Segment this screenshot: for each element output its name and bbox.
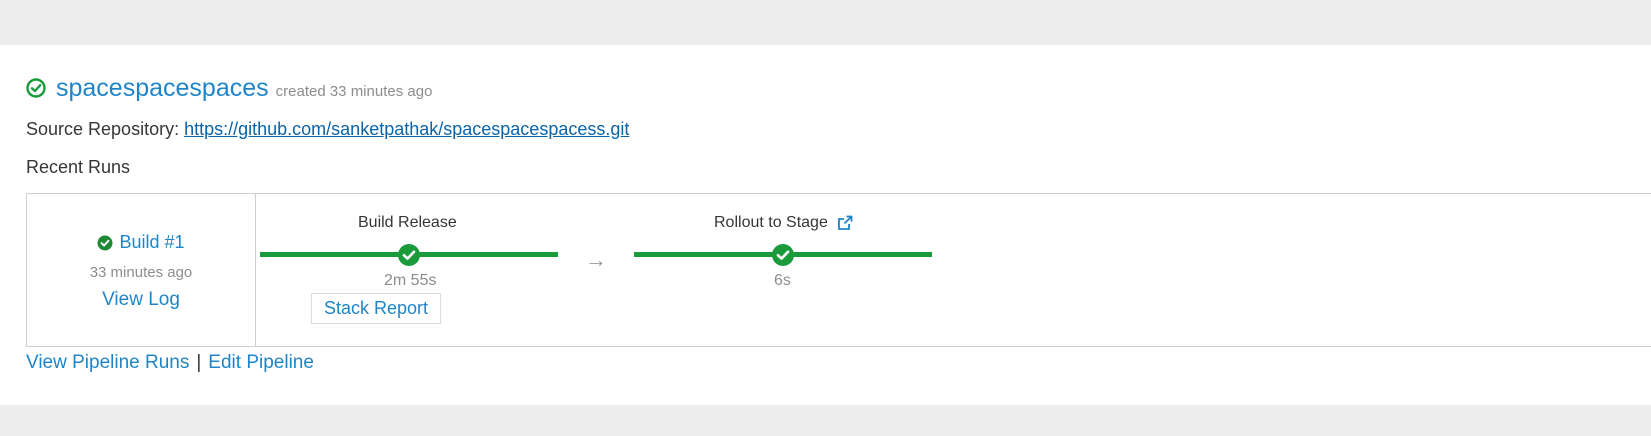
build-status-line: Build #1	[27, 232, 255, 253]
recent-runs-table: Build #1 33 minutes ago View Log Build R…	[26, 193, 1651, 347]
pipeline-name-link[interactable]: spacespacespaces	[56, 74, 269, 102]
footer-separator: |	[196, 352, 202, 373]
build-link[interactable]: Build #1	[119, 232, 184, 253]
build-cell: Build #1 33 minutes ago View Log	[27, 194, 256, 346]
view-pipeline-runs-link[interactable]: View Pipeline Runs	[26, 352, 189, 373]
view-log-link[interactable]: View Log	[27, 289, 255, 311]
pipeline-header: spacespacespaces created 33 minutes ago	[26, 71, 432, 105]
created-time: created 33 minutes ago	[275, 82, 433, 100]
stack-report-button[interactable]: Stack Report	[311, 293, 442, 324]
source-label: Source Repository:	[26, 119, 180, 139]
check-circle-icon	[398, 244, 420, 266]
source-repository: Source Repository: https://github.com/sa…	[26, 117, 629, 141]
check-circle-icon	[772, 244, 794, 266]
stage-duration-build-release: 2m 55s	[384, 272, 437, 289]
check-circle-icon	[97, 235, 113, 250]
source-repository-link[interactable]: https://github.com/sanketpathak/spacespa…	[184, 119, 629, 139]
stage-name-build-release: Build Release	[358, 214, 457, 231]
build-time: 33 minutes ago	[89, 264, 193, 281]
check-circle-icon	[26, 78, 46, 98]
stage-connector-arrow: →	[585, 247, 607, 272]
stage-duration-rollout-to-stage: 6s	[774, 272, 791, 289]
pipeline-footer-links: View Pipeline Runs | Edit Pipeline	[26, 351, 314, 375]
stage-name-rollout-to-stage: Rollout to Stage	[714, 214, 828, 231]
edit-pipeline-link[interactable]: Edit Pipeline	[208, 352, 314, 373]
pipeline-panel: spacespacespaces created 33 minutes ago …	[0, 45, 1651, 405]
external-link-icon[interactable]	[837, 215, 853, 231]
recent-runs-heading: Recent Runs	[26, 157, 131, 177]
